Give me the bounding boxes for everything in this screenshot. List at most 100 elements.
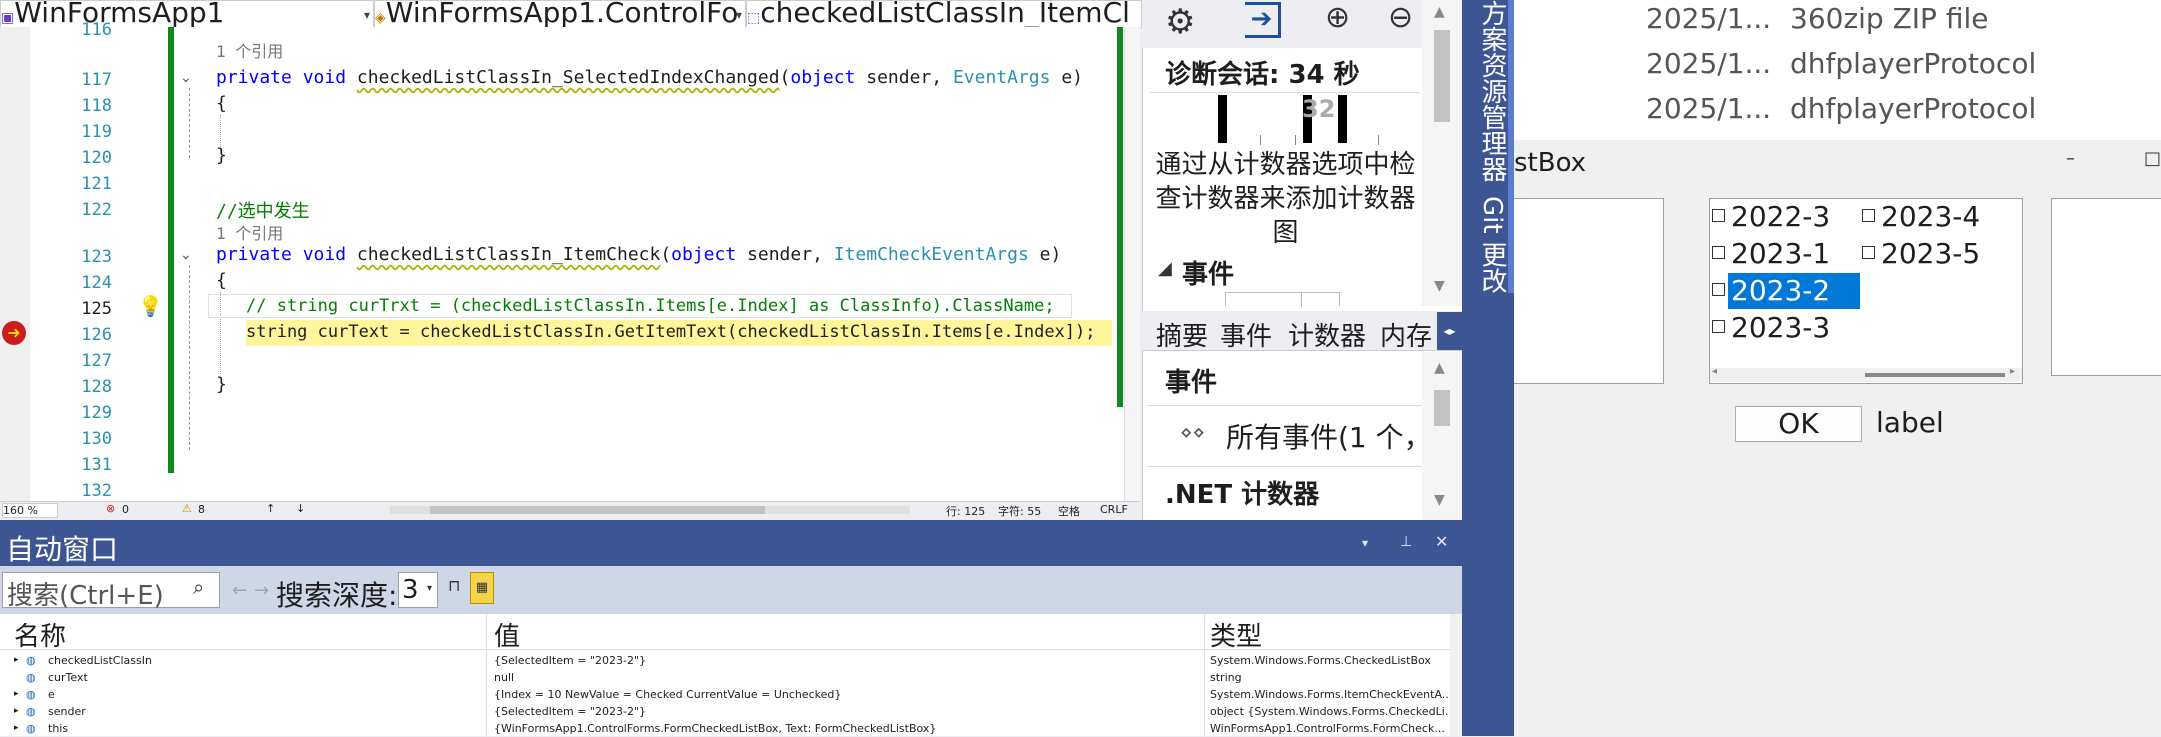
tab-memory[interactable]: 内存 (1380, 316, 1432, 353)
column-header-value[interactable]: 值 (494, 616, 520, 653)
maximize-button[interactable]: □ (2144, 148, 2161, 169)
autos-vertical-scrollbar[interactable] (1450, 614, 1462, 736)
collapse-icon[interactable]: ⌄ (180, 247, 192, 263)
tab-summary[interactable]: 摘要 (1156, 316, 1208, 353)
scroll-thumb[interactable] (1865, 373, 2005, 377)
right-listbox[interactable] (2051, 198, 2161, 376)
warning-icon[interactable]: ⚠ (182, 502, 192, 515)
checkbox[interactable] (1712, 319, 1725, 333)
pin-icon[interactable]: ⊥ (1400, 534, 1412, 550)
error-icon[interactable]: ⊗ (106, 502, 115, 515)
all-events-item[interactable]: 所有事件(1 个， (1226, 416, 1422, 456)
column-header-type[interactable]: 类型 (1210, 616, 1262, 653)
horizontal-scrollbar[interactable] (390, 506, 910, 514)
explorer-file-date[interactable]: 2025/1... (1646, 47, 1771, 80)
zoom-in-icon[interactable]: ⊕ (1325, 0, 1350, 35)
checkbox[interactable] (1712, 282, 1725, 296)
column-header-name[interactable]: 名称 (14, 616, 66, 653)
tab-counters[interactable]: 计数器 (1288, 316, 1366, 353)
table-row[interactable]: ▸ ◍ this {WinFormsApp1.ControlForms.Form… (0, 720, 1450, 737)
scroll-thumb[interactable] (430, 506, 765, 514)
code-reference-count[interactable]: 1 个引用 (216, 38, 283, 62)
expand-icon[interactable]: ▸ (14, 652, 19, 669)
events-vertical-scrollbar[interactable]: ▲ ▼ (1422, 352, 1462, 520)
back-arrow-icon[interactable]: ← (232, 580, 247, 601)
checkbox-item[interactable]: 2023-4 (1862, 200, 1980, 233)
net-counters-header[interactable]: .NET 计数器 (1165, 474, 1319, 511)
row-value[interactable]: {SelectedItem = "2023-2"} (494, 703, 1199, 720)
explorer-file-type[interactable]: dhfplayerProtocol (1790, 47, 2036, 80)
search-depth-select[interactable]: 3 ▾ (398, 572, 438, 608)
table-row[interactable]: ▸ ◍ checkedListClassIn {SelectedItem = "… (0, 652, 1450, 669)
dropdown-arrow-icon[interactable]: ▾ (1362, 536, 1368, 550)
checkbox[interactable] (1712, 245, 1725, 259)
autos-search-input[interactable]: 搜索(Ctrl+E) ⌕ (2, 572, 220, 611)
scroll-left-icon[interactable]: ◂ (1712, 366, 1717, 377)
scroll-down-icon[interactable]: ▼ (1434, 492, 1445, 508)
table-row[interactable]: ▸ ◍ sender {SelectedItem = "2023-2"} obj… (0, 703, 1450, 720)
timeline-ruler[interactable]: 32 (1150, 92, 1420, 148)
arrow-up-icon[interactable]: ↑ (266, 502, 275, 515)
checkbox-item-selected[interactable]: 2023-2 (1712, 274, 1830, 307)
explorer-file-date[interactable]: 2025/1... (1646, 92, 1771, 125)
scroll-up-icon[interactable]: ▲ (1434, 4, 1445, 20)
zoom-level[interactable]: 160 % (2, 503, 58, 518)
ok-button[interactable]: OK (1735, 406, 1862, 442)
left-listbox[interactable] (1514, 198, 1664, 384)
row-value[interactable]: null (494, 669, 1199, 686)
table-row[interactable]: ▸ ◍ e {Index = 10 NewValue = Checked Cur… (0, 686, 1450, 703)
scroll-thumb[interactable] (1434, 390, 1450, 426)
tab-git-changes[interactable]: Git 更改 (1468, 196, 1508, 294)
row-value[interactable]: {Index = 10 NewValue = Checked CurrentVa… (494, 686, 1199, 703)
explorer-file-type[interactable]: 360zip ZIP file (1790, 2, 1988, 35)
scroll-thumb[interactable] (1434, 30, 1450, 122)
settings-gear-icon[interactable]: ⚙ (1165, 2, 1195, 42)
hex-display-icon[interactable]: ▦ (470, 572, 494, 604)
expand-icon[interactable]: ▸ (14, 703, 19, 720)
checkbox[interactable] (1862, 208, 1875, 222)
collapse-icon[interactable]: ⌄ (180, 70, 192, 86)
eol-indicator[interactable]: CRLF (1100, 503, 1128, 516)
checkbox-item[interactable]: 2023-3 (1712, 311, 1830, 344)
column-indicator[interactable]: 字符: 55 (998, 503, 1041, 519)
collapse-arrow-icon[interactable]: ◢ (1158, 258, 1172, 279)
checkbox-item[interactable]: 2023-1 (1712, 237, 1830, 270)
timeline-selection-end[interactable] (1338, 95, 1347, 143)
events-section-header[interactable]: 事件 (1182, 254, 1234, 291)
listbox-horizontal-scrollbar[interactable]: ◂ ▸ (1710, 366, 2022, 382)
class-dropdown[interactable]: ◈WinFormsApp1.ControlFo ▾ (374, 0, 746, 28)
row-value[interactable]: {SelectedItem = "2023-2"} (494, 652, 1199, 669)
checkbox-item[interactable]: 2023-5 (1862, 237, 1980, 270)
lightbulb-icon[interactable]: 💡 (138, 294, 163, 318)
scroll-up-icon[interactable]: ▲ (1434, 360, 1445, 376)
execution-pointer-icon[interactable]: ➜ (2, 321, 26, 345)
editor-vertical-scrollbar[interactable] (1124, 27, 1140, 501)
checkbox-item[interactable]: 2022-3 (1712, 200, 1830, 233)
arrow-down-icon[interactable]: ↓ (296, 502, 305, 515)
scroll-down-icon[interactable]: ▼ (1434, 278, 1445, 294)
forward-arrow-icon[interactable]: → (254, 580, 269, 601)
tab-solution-explorer[interactable]: 方案资源管理器 (1468, 0, 1508, 190)
line-indicator[interactable]: 行: 125 (946, 503, 985, 519)
pin-toolbar-icon[interactable]: ⊓ (448, 576, 460, 595)
explorer-file-date[interactable]: 2025/1... (1646, 2, 1771, 35)
zoom-out-icon[interactable]: ⊖ (1388, 0, 1413, 35)
export-icon[interactable]: ➔ (1245, 2, 1281, 38)
diagnostics-vertical-scrollbar[interactable]: ▲ ▼ (1422, 0, 1462, 306)
tab-overflow-icon[interactable]: ◂▸ (1437, 312, 1462, 350)
search-icon[interactable]: ⌕ (193, 575, 204, 599)
member-dropdown[interactable]: ⬚checkedListClassIn_ItemCl (746, 0, 1142, 28)
close-icon[interactable]: ✕ (1435, 532, 1448, 551)
whitespace-indicator[interactable]: 空格 (1058, 503, 1080, 519)
expand-icon[interactable]: ▸ (14, 686, 19, 703)
checkbox[interactable] (1712, 208, 1725, 222)
minimize-button[interactable]: – (2066, 148, 2075, 169)
table-row[interactable]: ◍ curText null string (0, 669, 1450, 686)
expand-icon[interactable]: ▸ (14, 720, 19, 737)
explorer-file-type[interactable]: dhfplayerProtocol (1790, 92, 2036, 125)
checkbox[interactable] (1862, 245, 1875, 259)
code-reference-count[interactable]: 1 个引用 (216, 220, 283, 244)
tab-events[interactable]: 事件 (1220, 316, 1272, 353)
row-value[interactable]: {WinFormsApp1.ControlForms.FormCheckedLi… (494, 720, 1199, 737)
scroll-right-icon[interactable]: ▸ (2010, 366, 2015, 377)
